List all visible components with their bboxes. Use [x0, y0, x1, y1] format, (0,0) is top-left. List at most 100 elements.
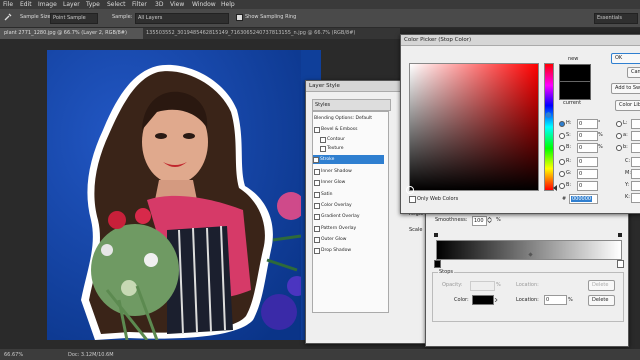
- style-drop-shadow[interactable]: Drop Shadow: [314, 246, 382, 255]
- checkbox[interactable]: [314, 180, 320, 186]
- menu-layer[interactable]: Layer: [63, 1, 80, 8]
- location-input[interactable]: 0: [544, 295, 567, 305]
- checkbox[interactable]: [314, 169, 320, 175]
- b-rgb-input[interactable]: 0: [577, 181, 598, 191]
- radio-g[interactable]: [559, 171, 565, 177]
- blending-options-item[interactable]: Blending Options: Default: [314, 114, 386, 123]
- radio-h[interactable]: [559, 121, 565, 127]
- stepper-icon[interactable]: [487, 216, 492, 224]
- l-input[interactable]: [631, 119, 640, 129]
- r-input[interactable]: 0: [577, 157, 598, 167]
- smoothness-input[interactable]: 100: [472, 216, 487, 226]
- checkbox[interactable]: [320, 137, 326, 143]
- s-input[interactable]: 0: [577, 131, 598, 141]
- styles-header[interactable]: Styles: [312, 99, 391, 111]
- checkbox[interactable]: [320, 146, 326, 152]
- b-lab-input[interactable]: [631, 143, 640, 153]
- y-input[interactable]: [631, 181, 640, 191]
- style-contour[interactable]: Contour: [320, 135, 382, 144]
- add-to-swatches-button[interactable]: Add to Swatches: [611, 83, 640, 94]
- opacity-stop-left[interactable]: [434, 233, 438, 237]
- new-color-swatch: [559, 64, 591, 82]
- checkbox[interactable]: [314, 237, 320, 243]
- menu-file[interactable]: File: [3, 1, 13, 8]
- radio-s[interactable]: [559, 133, 565, 139]
- show-ring-checkbox[interactable]: [236, 14, 243, 21]
- sample-size-select[interactable]: Point Sample: [50, 13, 98, 24]
- radio-a[interactable]: [616, 133, 622, 139]
- radio-r[interactable]: [559, 159, 565, 165]
- style-bevel-emboss[interactable]: Bevel & Emboss: [314, 125, 382, 134]
- menu-select[interactable]: Select: [107, 1, 126, 8]
- style-outer-glow[interactable]: Outer Glow: [314, 235, 382, 244]
- radio-l[interactable]: [616, 121, 622, 127]
- color-field-cursor[interactable]: [406, 186, 414, 194]
- document-canvas[interactable]: [47, 50, 301, 340]
- b-input[interactable]: 0: [577, 143, 598, 153]
- delete-stop-button[interactable]: Delete: [588, 295, 615, 306]
- workspace-select[interactable]: Essentials: [594, 13, 638, 24]
- style-satin[interactable]: Satin: [314, 190, 382, 199]
- current-color-swatch[interactable]: [559, 81, 591, 100]
- a-input[interactable]: [631, 131, 640, 141]
- opacity-unit: %: [496, 282, 501, 288]
- style-inner-shadow[interactable]: Inner Shadow: [314, 167, 382, 176]
- cube-icon[interactable]: [546, 112, 551, 118]
- style-gradient-overlay[interactable]: Gradient Overlay: [314, 212, 382, 221]
- radio-b-rgb[interactable]: [559, 183, 565, 189]
- h-input[interactable]: 0: [577, 119, 598, 129]
- tab-document-2[interactable]: 135503552_3019485462815149_7163065240737…: [142, 28, 405, 39]
- ok-button[interactable]: OK: [611, 53, 640, 64]
- color-picker-title: Color Picker (Stop Color): [401, 35, 640, 46]
- checkbox[interactable]: [314, 226, 320, 232]
- menu-filter[interactable]: Filter: [132, 1, 147, 8]
- menu-type[interactable]: Type: [86, 1, 100, 8]
- eyedropper-tool-icon[interactable]: [3, 12, 13, 22]
- radio-b[interactable]: [559, 145, 565, 151]
- color-field[interactable]: [409, 63, 539, 191]
- style-color-overlay[interactable]: Color Overlay: [314, 201, 382, 210]
- checkbox[interactable]: [314, 248, 320, 254]
- delete-opacity-button[interactable]: Delete: [588, 280, 615, 291]
- m-input[interactable]: [631, 169, 640, 179]
- style-inner-glow[interactable]: Inner Glow: [314, 178, 382, 187]
- hue-slider[interactable]: [544, 63, 554, 191]
- menu-edit[interactable]: Edit: [20, 1, 32, 8]
- checkbox[interactable]: [314, 214, 320, 220]
- menu-3d[interactable]: 3D: [155, 1, 163, 8]
- checkbox[interactable]: [314, 203, 320, 209]
- k-input[interactable]: [631, 193, 640, 203]
- style-label: Outer Glow: [321, 237, 347, 242]
- style-texture[interactable]: Texture: [320, 144, 382, 153]
- color-stop-left[interactable]: [434, 260, 441, 268]
- g-input[interactable]: 0: [577, 169, 598, 179]
- menu-view[interactable]: View: [170, 1, 184, 8]
- checkbox-checked[interactable]: [313, 157, 319, 163]
- menu-image[interactable]: Image: [38, 1, 57, 8]
- radio-b-lab[interactable]: [616, 145, 622, 151]
- sample-select[interactable]: All Layers: [135, 13, 229, 24]
- chevron-right-icon[interactable]: [494, 297, 498, 303]
- status-bar: 66.67% Doc: 3.12M/10.6M: [0, 349, 640, 360]
- opacity-stop-right[interactable]: [618, 233, 622, 237]
- stop-color-swatch[interactable]: [472, 295, 494, 305]
- c-input[interactable]: [631, 157, 640, 167]
- gradient-preview-bar[interactable]: [436, 240, 622, 260]
- cancel-button[interactable]: Cancel: [627, 67, 640, 78]
- checkbox[interactable]: [314, 192, 320, 198]
- style-pattern-overlay[interactable]: Pattern Overlay: [314, 224, 382, 233]
- hex-value-selected: 000000: [571, 196, 593, 202]
- color-stop-right[interactable]: [617, 260, 624, 268]
- zoom-level[interactable]: 66.67%: [4, 352, 23, 358]
- style-label: Stroke: [320, 157, 335, 162]
- color-libraries-button[interactable]: Color Libraries: [615, 100, 640, 111]
- hex-input[interactable]: 000000: [569, 194, 598, 204]
- hue-slider-arrow-icon[interactable]: [553, 185, 557, 191]
- menu-window[interactable]: Window: [192, 1, 216, 8]
- opacity-label: Opacity:: [442, 282, 463, 288]
- tab-active[interactable]: plant 2771_1280.jpg @ 66.7% (Layer 2, RG…: [0, 28, 143, 39]
- menu-help[interactable]: Help: [221, 1, 235, 8]
- only-web-colors-checkbox[interactable]: [409, 196, 416, 203]
- checkbox[interactable]: [314, 127, 320, 133]
- style-stroke[interactable]: Stroke: [313, 155, 384, 164]
